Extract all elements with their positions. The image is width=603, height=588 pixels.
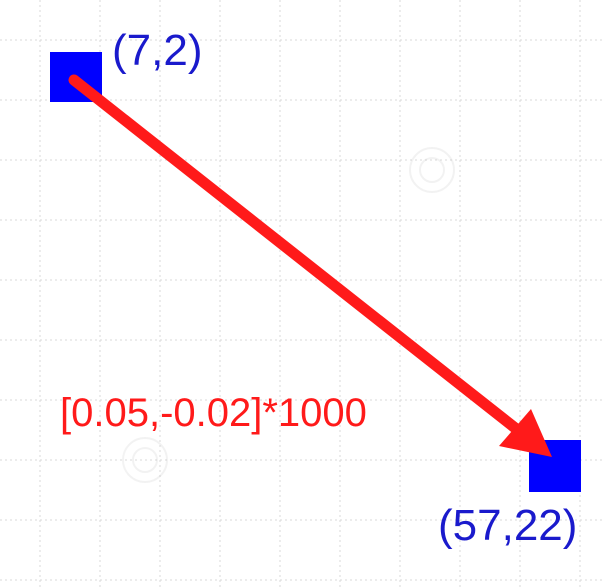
- vector-diagram: (7,2) (57,22) [0.05,-0.02]*1000: [0, 0, 603, 588]
- vector-label: [0.05,-0.02]*1000: [60, 391, 367, 435]
- start-point-label: (7,2): [112, 26, 202, 75]
- end-point-label: (57,22): [438, 501, 577, 550]
